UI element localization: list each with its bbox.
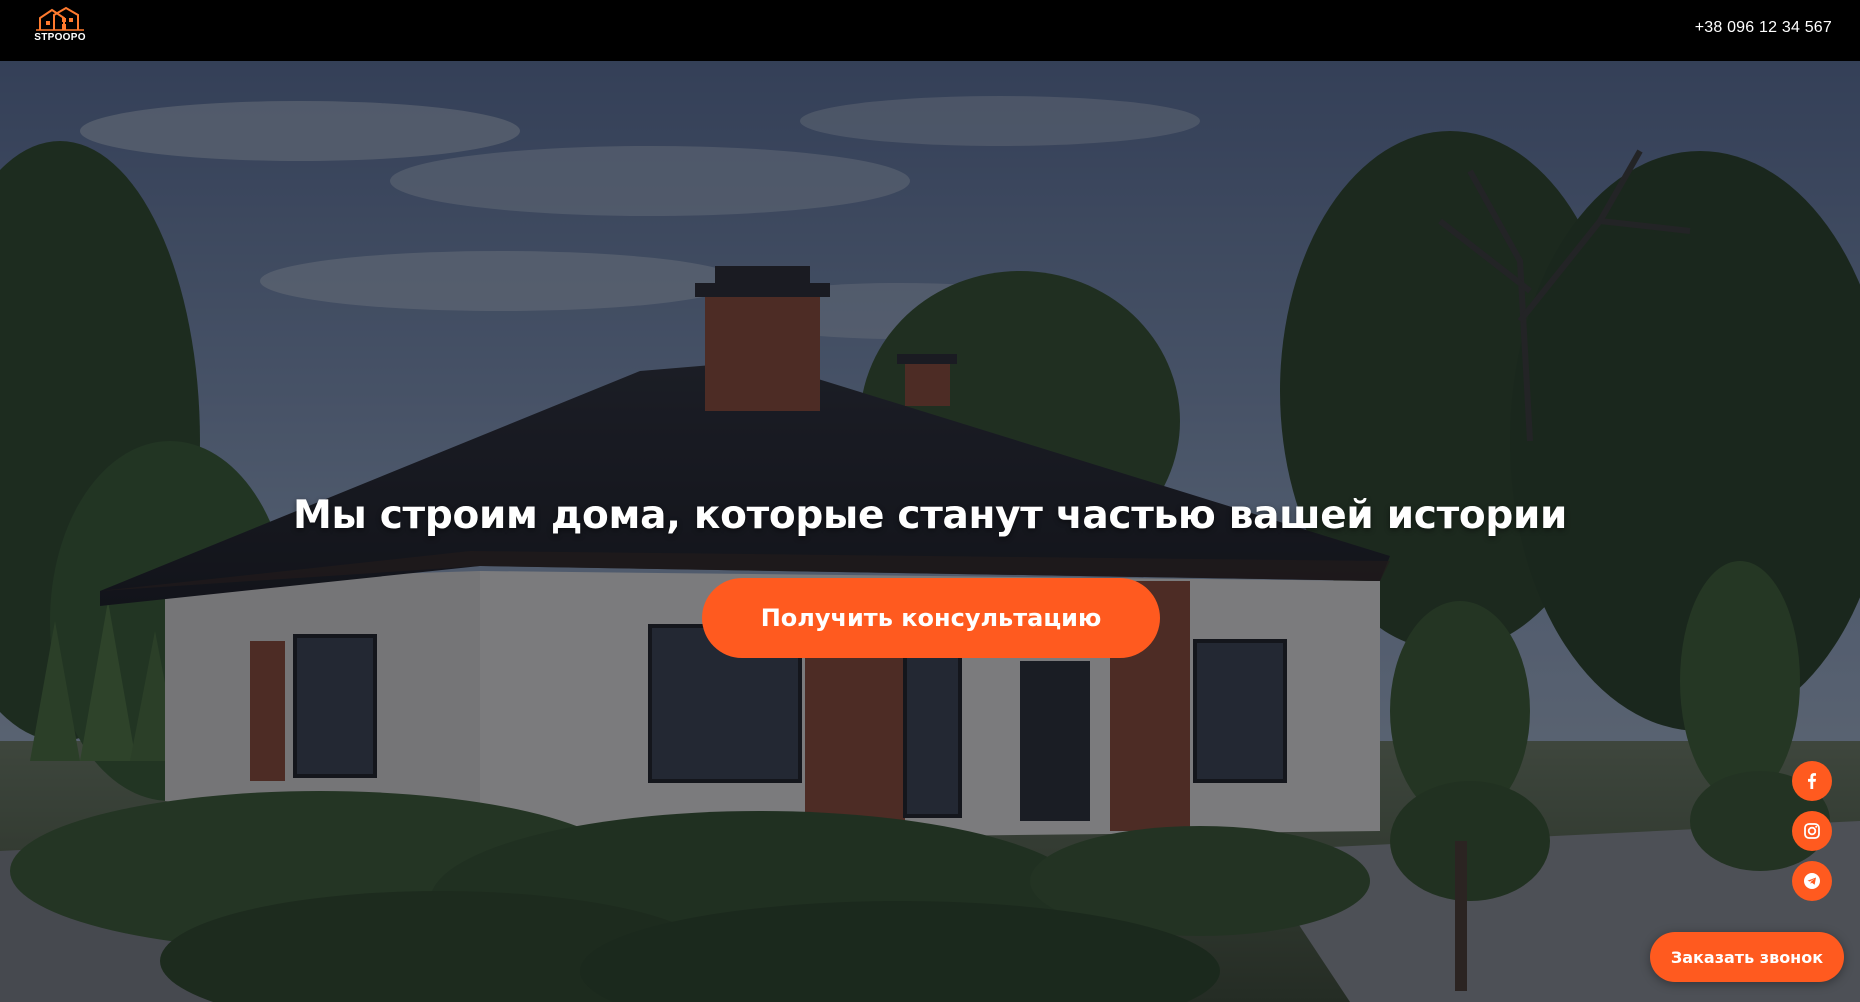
site-logo[interactable]: STPOOPO [32, 6, 88, 52]
telegram-button[interactable] [1792, 861, 1832, 901]
hero-title: Мы строим дома, которые станут частью ва… [292, 493, 1568, 538]
facebook-button[interactable] [1792, 761, 1832, 801]
get-consultation-button[interactable]: Получить консультацию [702, 578, 1160, 658]
facebook-icon [1808, 773, 1816, 789]
telegram-icon [1804, 873, 1820, 889]
site-header: STPOOPO +38 096 12 34 567 [0, 0, 1860, 61]
instagram-button[interactable] [1792, 811, 1832, 851]
landing-page: STPOOPO +38 096 12 34 567 Мы строим дома… [0, 0, 1860, 1002]
header-phone-link[interactable]: +38 096 12 34 567 [1695, 19, 1832, 37]
logo-wordmark: STPOOPO [34, 32, 86, 43]
instagram-icon [1804, 823, 1820, 839]
order-call-button[interactable]: Заказать звонок [1650, 932, 1844, 982]
hero-section: Мы строим дома, которые станут частью ва… [0, 61, 1860, 1002]
